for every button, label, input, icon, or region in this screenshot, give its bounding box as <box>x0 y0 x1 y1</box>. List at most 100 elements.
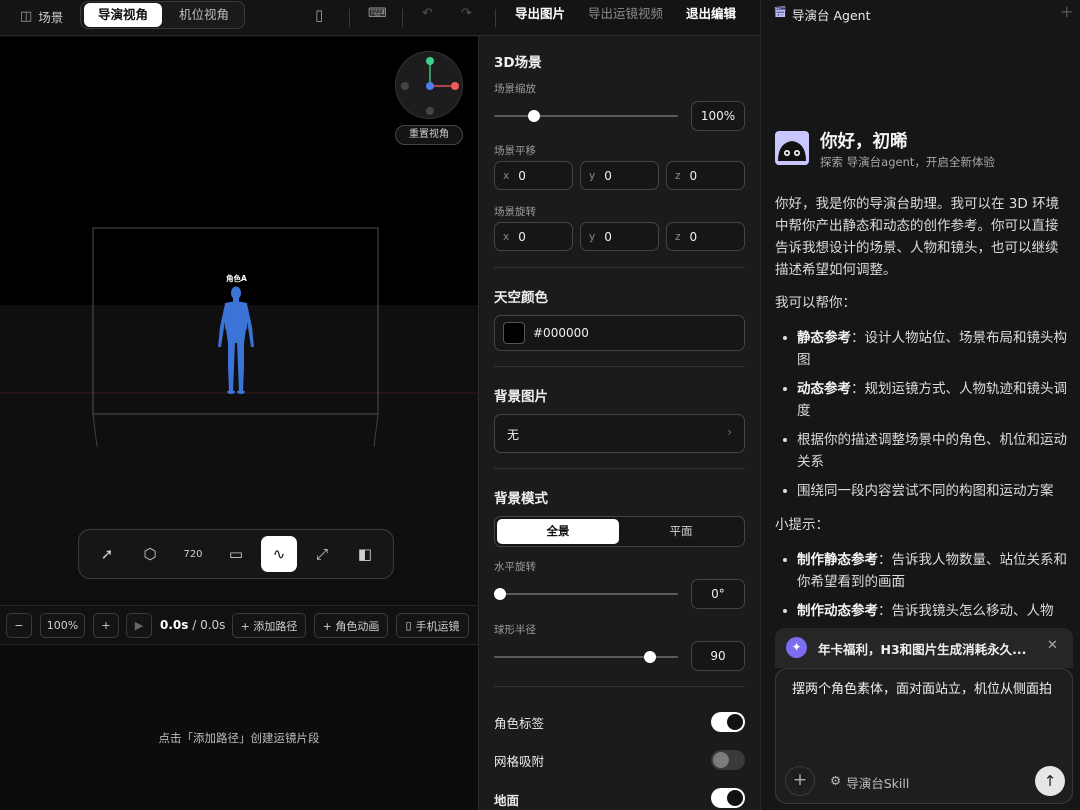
arrow-up-icon: ↑ <box>1043 772 1057 790</box>
top-toolbar: ◫ 场景 导演视角 机位视角 ▯ ⌨ ↶ ↷ 导出图片 导出运镜视频 退出编辑 <box>0 0 760 36</box>
view-mode-switch: 导演视角 机位视角 <box>80 1 245 29</box>
translate-label: 场景平移 <box>494 145 536 157</box>
camera-tool[interactable]: ▭ <box>218 536 254 572</box>
help-item: 静态参考：设计人物站位、场景布局和镜头构图 <box>783 327 1067 371</box>
character-label: 角色A <box>226 274 247 283</box>
character-tags-toggle[interactable] <box>711 712 745 732</box>
background-mode-switch: 全景 平面 <box>494 516 745 547</box>
export-video-button[interactable]: 导出运镜视频 <box>588 0 663 28</box>
mascot-icon <box>778 141 806 161</box>
reset-view-button[interactable]: 重置视角 <box>395 125 463 145</box>
agent-panel: 🎬︎ 导演台 Agent + 你好，初晞 探索 导演台agent，开启全新体验 … <box>760 0 1080 810</box>
promo-banner[interactable]: ✦ 年卡福利，H3和图片生成消耗永久... ✕ <box>775 628 1073 668</box>
rotate-720-icon: 720 <box>183 548 203 560</box>
axis-value: 0 <box>689 229 698 244</box>
redo-icon[interactable]: ↷ <box>461 6 472 21</box>
horizontal-rotate-track[interactable] <box>494 593 678 595</box>
zoom-in-button[interactable]: + <box>93 613 119 638</box>
translate-x-field[interactable]: x0 <box>494 161 573 190</box>
tab-camera-view[interactable]: 机位视角 <box>165 3 243 27</box>
axis-value: 0 <box>518 229 526 244</box>
export-image-button[interactable]: 导出图片 <box>515 0 565 28</box>
help-item: 根据你的描述调整场景中的角色、机位和运动关系 <box>783 429 1067 473</box>
sphere-radius-value[interactable]: 90 <box>691 641 745 671</box>
sphere-radius-knob[interactable] <box>643 651 656 663</box>
clapperboard-icon: 🎬︎ <box>773 5 787 18</box>
phone-icon: ▯ <box>405 619 412 632</box>
help-item: 围绕同一段内容尝试不同的构图和运动方案 <box>783 480 1067 502</box>
3d-viewport[interactable]: 角色A 重置视角 <box>0 37 478 605</box>
skill-button[interactable]: ⚙ 导演台Skill <box>830 773 909 792</box>
chat-input-box[interactable]: 摆两个角色素体，面对面站立，机位从侧面拍 + ⚙ 导演台Skill ↑ <box>775 668 1073 804</box>
axis-key: z <box>675 230 681 243</box>
divider <box>494 686 745 687</box>
scale-label: 场景缩放 <box>494 83 536 95</box>
toggle-label-character-tags: 角色标签 <box>494 716 545 731</box>
scale-slider-knob[interactable] <box>528 110 541 122</box>
phone-camera-button[interactable]: ▯ 手机运镜 <box>396 613 469 638</box>
horizontal-rotate-value[interactable]: 0° <box>691 579 745 609</box>
frame-tool[interactable]: ⤢ <box>304 536 340 572</box>
divider <box>402 9 403 27</box>
select-icon: ➚ <box>100 545 114 563</box>
zoom-level[interactable]: 100% <box>40 613 85 638</box>
translate-y-field[interactable]: y0 <box>580 161 659 190</box>
play-button[interactable]: ▶ <box>126 613 152 638</box>
new-chat-icon[interactable]: + <box>1060 2 1073 21</box>
close-icon[interactable]: ✕ <box>1047 638 1058 653</box>
toggle-label-grid-snap: 网格吸附 <box>494 754 545 769</box>
mode-panorama[interactable]: 全景 <box>497 519 619 544</box>
mode-flat[interactable]: 平面 <box>620 519 742 544</box>
axis-key: z <box>675 169 681 182</box>
total-time: / 0.0s <box>192 618 226 632</box>
chat-input-text[interactable]: 摆两个角色素体，面对面站立，机位从侧面拍 <box>792 679 1056 700</box>
axis-key: y <box>589 230 596 243</box>
zoom-out-button[interactable]: − <box>6 613 32 638</box>
character-model[interactable] <box>214 285 258 397</box>
axis-key: y <box>589 169 596 182</box>
current-time: 0.0s <box>160 618 189 632</box>
translate-z-field[interactable]: z0 <box>666 161 745 190</box>
scale-value[interactable]: 100% <box>691 101 745 131</box>
background-image-select[interactable]: 无 › <box>494 414 745 453</box>
background-mode-title: 背景模式 <box>494 491 548 507</box>
tips-title: 小提示： <box>775 517 829 533</box>
sphere-radius-label: 球形半径 <box>494 624 536 636</box>
rotate-720-tool[interactable]: 720 <box>175 536 211 572</box>
axis-value: 0 <box>518 168 526 183</box>
axis-gizmo-icon <box>401 57 459 115</box>
send-button[interactable]: ↑ <box>1035 766 1065 796</box>
rotate-y-field[interactable]: y0 <box>580 222 659 251</box>
attach-button[interactable]: + <box>785 766 815 796</box>
rotate-x-field[interactable]: x0 <box>494 222 573 251</box>
panel-tool[interactable]: ◧ <box>347 536 383 572</box>
puzzle-icon: ⚙ <box>830 773 842 788</box>
toggle-knob <box>727 790 743 806</box>
scale-slider-track[interactable] <box>494 115 678 117</box>
undo-icon[interactable]: ↶ <box>422 6 433 21</box>
tab-director-view[interactable]: 导演视角 <box>84 3 162 27</box>
grid-snap-toggle[interactable] <box>711 750 745 770</box>
item-text: ：告诉我镜头怎么移动、人物 <box>878 603 1054 619</box>
select-tool[interactable]: ➚ <box>89 536 125 572</box>
greeting-subtitle: 探索 导演台agent，开启全新体验 <box>820 155 995 169</box>
scene-panel-button[interactable]: ◫ 场景 <box>20 7 63 26</box>
phone-camera-label: 手机运镜 <box>415 619 460 633</box>
view-gizmo[interactable] <box>395 51 463 119</box>
horizontal-rotate-knob[interactable] <box>494 588 506 600</box>
rotate-z-field[interactable]: z0 <box>666 222 745 251</box>
phone-orientation-icon[interactable]: ▯ <box>315 6 323 24</box>
character-animation-button[interactable]: + 角色动画 <box>314 613 388 638</box>
path-tool[interactable]: ∿ <box>261 536 297 572</box>
frame-icon: ⤢ <box>315 545 328 563</box>
axis-key: x <box>503 169 510 182</box>
cube-tool[interactable]: ⬡ <box>132 536 168 572</box>
ground-toggle[interactable] <box>711 788 745 808</box>
exit-edit-button[interactable]: 退出编辑 <box>686 0 736 28</box>
play-icon: ▶ <box>134 619 144 632</box>
item-bold: 静态参考 <box>797 330 851 346</box>
add-path-button[interactable]: + 添加路径 <box>232 613 306 638</box>
timeline-track-area[interactable]: 点击「添加路径」创建运镜片段 <box>0 645 478 810</box>
keyboard-icon[interactable]: ⌨ <box>368 6 387 21</box>
sky-color-picker[interactable]: #000000 <box>494 315 745 351</box>
